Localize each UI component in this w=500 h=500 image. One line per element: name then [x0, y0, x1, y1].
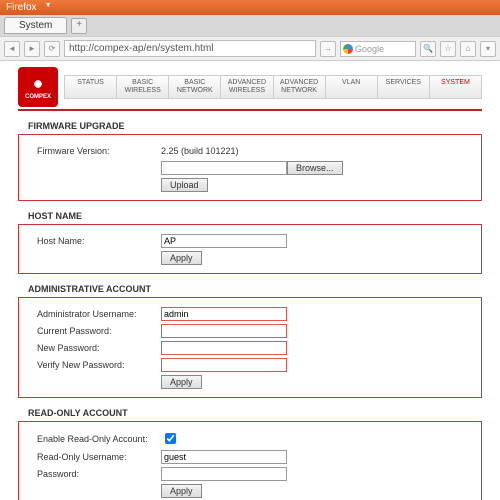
section-admin: Administrator Username: Current Password… [18, 297, 482, 398]
section-admin-title: ADMINISTRATIVE ACCOUNT [28, 284, 482, 294]
ro-pass-input[interactable] [161, 467, 287, 481]
admin-newpass-input[interactable] [161, 341, 287, 355]
address-bar: ◄ ► ⟳ http://compex-ap/en/system.html → … [0, 36, 500, 61]
admin-verpass-label: Verify New Password: [37, 360, 161, 370]
nav-item-1[interactable]: BASICWIRELESS [117, 76, 169, 98]
ro-enable-label: Enable Read-Only Account: [37, 434, 161, 444]
nav-item-7[interactable]: SYSTEM [430, 76, 481, 98]
menu-icon[interactable]: ▾ [480, 41, 496, 57]
admin-user-label: Administrator Username: [37, 309, 161, 319]
nav-item-5[interactable]: VLAN [326, 76, 378, 98]
compex-logo: COMPEX [18, 67, 58, 107]
page-header: COMPEX STATUSBASICWIRELESSBASICNETWORKAD… [18, 67, 482, 111]
ro-pass-label: Password: [37, 469, 161, 479]
admin-curpass-label: Current Password: [37, 326, 161, 336]
google-icon [343, 44, 353, 54]
section-firmware-title: FIRMWARE UPGRADE [28, 121, 482, 131]
admin-curpass-input[interactable] [161, 324, 287, 338]
browser-window: Firefox ▼ System + ◄ ► ⟳ http://compex-a… [0, 0, 500, 500]
window-titlebar: Firefox ▼ [0, 0, 500, 15]
firmware-file-input[interactable] [161, 161, 287, 175]
nav-item-3[interactable]: ADVANCEDWIRELESS [221, 76, 273, 98]
firmware-browse-button[interactable]: Browse... [287, 161, 343, 175]
admin-apply-button[interactable]: Apply [161, 375, 202, 389]
dropdown-icon[interactable]: ▼ [45, 2, 52, 13]
section-host: Host Name: Apply [18, 224, 482, 274]
section-ro-title: READ-ONLY ACCOUNT [28, 408, 482, 418]
ro-enable-checkbox[interactable] [165, 433, 176, 444]
go-button[interactable]: → [320, 41, 336, 57]
host-apply-button[interactable]: Apply [161, 251, 202, 265]
section-host-title: HOST NAME [28, 211, 482, 221]
main-nav: STATUSBASICWIRELESSBASICNETWORKADVANCEDW… [64, 75, 482, 99]
section-firmware: Firmware Version:2.25 (build 101221) Bro… [18, 134, 482, 201]
nav-item-4[interactable]: ADVANCEDNETWORK [274, 76, 326, 98]
bookmark-icon[interactable]: ☆ [440, 41, 456, 57]
firmware-version: 2.25 (build 101221) [161, 146, 239, 156]
section-ro: Enable Read-Only Account: Read-Only User… [18, 421, 482, 500]
host-name-label: Host Name: [37, 236, 161, 246]
app-title: Firefox [6, 2, 37, 13]
ro-user-label: Read-Only Username: [37, 452, 161, 462]
nav-item-0[interactable]: STATUS [65, 76, 117, 98]
admin-verpass-input[interactable] [161, 358, 287, 372]
forward-button[interactable]: ► [24, 41, 40, 57]
back-button[interactable]: ◄ [4, 41, 20, 57]
ro-apply-button[interactable]: Apply [161, 484, 202, 498]
firmware-upload-button[interactable]: Upload [161, 178, 208, 192]
nav-item-6[interactable]: SERVICES [378, 76, 430, 98]
home-icon[interactable]: ⌂ [460, 41, 476, 57]
search-icon[interactable]: 🔍 [420, 41, 436, 57]
tab-system[interactable]: System [4, 17, 67, 34]
firmware-version-label: Firmware Version: [37, 146, 161, 156]
nav-item-2[interactable]: BASICNETWORK [169, 76, 221, 98]
search-box[interactable]: Google [340, 41, 416, 57]
ro-user-input[interactable] [161, 450, 287, 464]
url-input[interactable]: http://compex-ap/en/system.html [64, 40, 316, 57]
host-name-input[interactable] [161, 234, 287, 248]
admin-newpass-label: New Password: [37, 343, 161, 353]
tab-bar: System + [0, 15, 500, 36]
admin-user-input[interactable] [161, 307, 287, 321]
page-content: COMPEX STATUSBASICWIRELESSBASICNETWORKAD… [0, 61, 500, 500]
reload-button[interactable]: ⟳ [44, 41, 60, 57]
new-tab-button[interactable]: + [71, 18, 87, 34]
